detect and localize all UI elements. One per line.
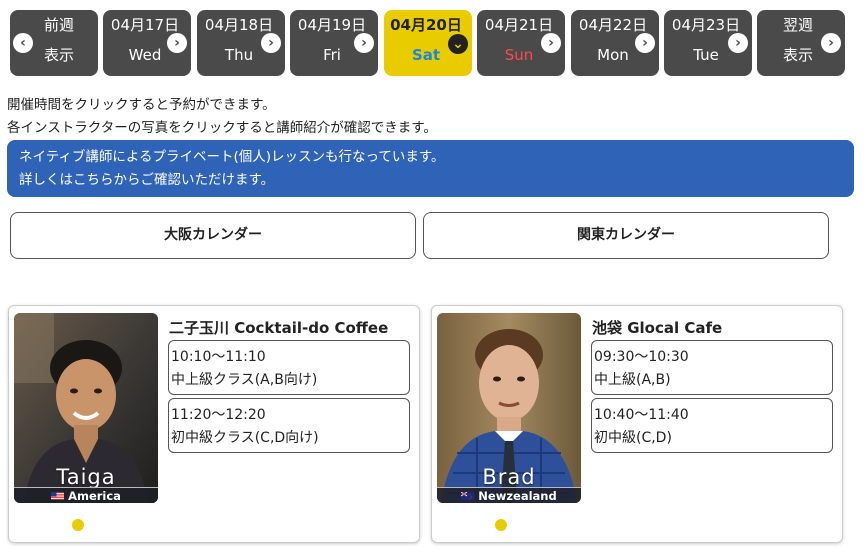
slot-time: 09:30〜10:30 xyxy=(594,349,689,365)
nz-flag-icon xyxy=(461,491,475,500)
kanto-calendar-button[interactable]: 関東カレンダー xyxy=(423,212,829,259)
chevron-right-icon: › xyxy=(728,33,748,53)
chevron-right-icon: › xyxy=(354,33,374,53)
chevron-right-icon: › xyxy=(261,33,281,53)
next-week-label-1: 翌週 xyxy=(782,16,813,34)
slot-time: 10:10〜11:10 xyxy=(171,349,266,365)
day-date: 04月17日 xyxy=(110,16,180,34)
day-button-0422[interactable]: 04月22日 Mon › xyxy=(571,10,659,76)
slot-level: 中上級クラス(A,B向け) xyxy=(171,372,318,388)
instructor-name: Brad xyxy=(482,465,536,489)
day-date: 04月23日 xyxy=(671,16,741,34)
next-week-button[interactable]: 翌週 表示 › xyxy=(757,10,845,76)
notice-line-2[interactable]: 詳しくはこちらからご確認いただけます。 xyxy=(19,169,842,192)
day-button-0420-selected[interactable]: 04月20日 Sat ⌄ xyxy=(384,10,472,76)
carousel-dot[interactable] xyxy=(72,519,84,531)
date-navigation: ‹ 前週 表示 04月17日 Wed › 04月18日 Thu › 04月19日… xyxy=(10,10,848,76)
instructor-photo-taiga[interactable]: Taiga America xyxy=(14,313,158,503)
info-text-reservation: 開催時間をクリックすると予約ができます。 xyxy=(7,97,276,113)
time-slot-button[interactable]: 10:10〜11:10 中上級クラス(A,B向け) xyxy=(168,340,410,395)
chevron-down-icon: ⌄ xyxy=(448,34,468,54)
time-slot-button[interactable]: 11:20〜12:20 初中級クラス(C,D向け) xyxy=(168,398,410,453)
chevron-right-icon: › xyxy=(821,33,841,53)
osaka-calendar-button[interactable]: 大阪カレンダー xyxy=(10,212,416,259)
day-date: 04月18日 xyxy=(204,16,274,34)
us-flag-icon xyxy=(51,491,65,500)
private-lesson-notice[interactable]: ネイティブ講師によるプライベート(個人)レッスンも行なっています。 詳しくはこち… xyxy=(7,140,854,197)
notice-line-1: ネイティブ講師によるプライベート(個人)レッスンも行なっています。 xyxy=(19,149,445,165)
chevron-right-icon: › xyxy=(541,33,561,53)
slot-level: 初中級クラス(C,D向け) xyxy=(171,430,319,446)
day-button-0423[interactable]: 04月23日 Tue › xyxy=(664,10,752,76)
day-date: 04月20日 xyxy=(390,16,462,34)
lesson-card-brad: Brad Newzealand 池袋 Glocal Cafe 09:30〜10:… xyxy=(431,305,843,543)
day-button-0418[interactable]: 04月18日 Thu › xyxy=(197,10,285,76)
slot-level: 初中級(C,D) xyxy=(594,430,672,446)
country-name: Newzealand xyxy=(478,489,557,503)
day-button-0419[interactable]: 04月19日 Fri › xyxy=(290,10,378,76)
info-text-instructor: 各インストラクターの写真をクリックすると講師紹介が確認できます。 xyxy=(7,120,437,136)
day-date: 04月21日 xyxy=(484,16,554,34)
lesson-card-taiga: Taiga America 二子玉川 Cocktail-do Coffee 10… xyxy=(8,305,420,543)
carousel-dot[interactable] xyxy=(495,519,507,531)
venue-name: 二子玉川 Cocktail-do Coffee xyxy=(169,319,389,337)
slot-time: 10:40〜11:40 xyxy=(594,407,689,423)
prev-week-button[interactable]: ‹ 前週 表示 xyxy=(10,10,98,76)
country-name: America xyxy=(68,489,121,503)
day-date: 04月19日 xyxy=(297,16,367,34)
time-slot-button[interactable]: 09:30〜10:30 中上級(A,B) xyxy=(591,340,833,395)
prev-week-label-1: 前週 xyxy=(43,16,74,34)
instructor-photo-brad[interactable]: Brad Newzealand xyxy=(437,313,581,503)
venue-name: 池袋 Glocal Cafe xyxy=(592,319,723,337)
prev-week-label-2: 表示 xyxy=(43,46,74,64)
chevron-right-icon: › xyxy=(167,33,187,53)
instructor-country: Newzealand xyxy=(437,487,581,503)
instructor-name: Taiga xyxy=(56,465,116,489)
instructor-country: America xyxy=(14,487,158,503)
time-slot-button[interactable]: 10:40〜11:40 初中級(C,D) xyxy=(591,398,833,453)
day-button-0417[interactable]: 04月17日 Wed › xyxy=(103,10,191,76)
day-date: 04月22日 xyxy=(578,16,648,34)
chevron-right-icon: › xyxy=(635,33,655,53)
day-button-0421[interactable]: 04月21日 Sun › xyxy=(477,10,565,76)
slot-level: 中上級(A,B) xyxy=(594,372,671,388)
slot-time: 11:20〜12:20 xyxy=(171,407,266,423)
